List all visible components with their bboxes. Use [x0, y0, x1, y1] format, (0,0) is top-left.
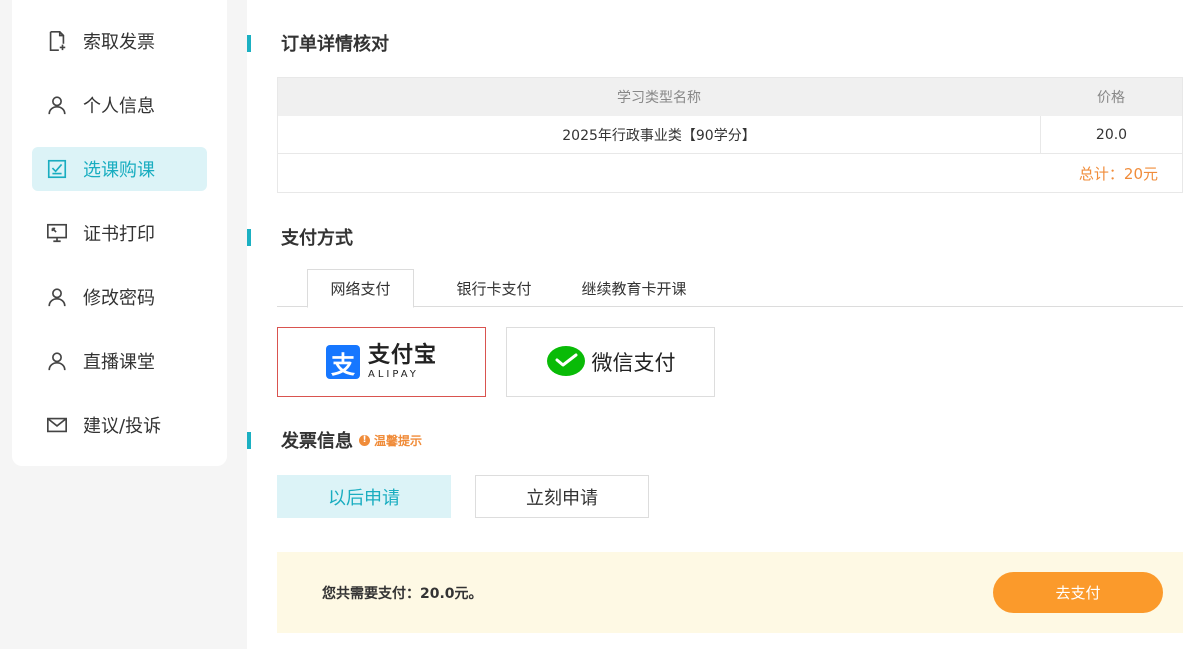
sidebar-item-label: 建议/投诉 [83, 416, 162, 437]
table-row: 2025年行政事业类【90学分】 20.0 [278, 116, 1182, 154]
main-content: 订单详情核对 学习类型名称 价格 2025年行政事业类【90学分】 20.0 总… [247, 0, 1193, 649]
payment-tabs: 网络支付 银行卡支付 继续教育卡开课 [277, 269, 1183, 308]
monitor-icon [45, 221, 69, 245]
order-section-title: 订单详情核对 [247, 30, 389, 56]
sidebar-item-course-purchase[interactable]: 选课购课 [32, 147, 207, 191]
column-header-price: 价格 [1097, 90, 1125, 106]
mail-icon [45, 413, 69, 437]
sidebar-item-label: 修改密码 [83, 288, 155, 309]
sidebar-item-label: 索取发票 [83, 32, 155, 53]
tab-online-payment[interactable]: 网络支付 [307, 269, 414, 308]
order-table: 学习类型名称 价格 2025年行政事业类【90学分】 20.0 总计：20元 [277, 77, 1183, 193]
apply-later-button[interactable]: 以后申请 [277, 475, 451, 518]
payment-amount-text: 您共需要支付：20.0元。 [322, 585, 483, 602]
column-header-name: 学习类型名称 [617, 90, 701, 106]
sidebar-item-label: 直播课堂 [83, 352, 155, 373]
order-total: 总计：20元 [1078, 164, 1158, 183]
sidebar-item-personal-info[interactable]: 个人信息 [32, 83, 207, 127]
apply-now-button[interactable]: 立刻申请 [475, 475, 649, 518]
sidebar-item-feedback[interactable]: 建议/投诉 [32, 403, 207, 447]
alipay-cn-text: 支付宝 [367, 342, 437, 368]
user-icon [45, 285, 69, 309]
user-icon [45, 93, 69, 117]
alipay-en-text: ALIPAY [367, 368, 419, 380]
order-title: 订单详情核对 [281, 34, 389, 55]
wechat-pay-label: 微信支付 [591, 351, 676, 375]
payment-title: 支付方式 [281, 228, 353, 249]
wechat-pay-option[interactable]: 微信支付 [506, 327, 715, 397]
info-icon: ! [359, 434, 370, 446]
sidebar-item-change-password[interactable]: 修改密码 [32, 275, 207, 319]
course-name-cell: 2025年行政事业类【90学分】 [562, 127, 756, 144]
table-header: 学习类型名称 价格 [278, 78, 1182, 116]
invoice-icon [45, 29, 69, 53]
wechat-logo-icon [546, 346, 585, 376]
sidebar-item-label: 证书打印 [83, 224, 155, 245]
title-accent-bar [247, 431, 251, 449]
invoice-tip-text: 温馨提示 [374, 433, 423, 448]
payment-section-title: 支付方式 [247, 224, 353, 250]
alipay-label: 支付宝 ALIPAY [367, 342, 437, 380]
title-accent-bar [247, 34, 251, 52]
tab-bank-card-payment[interactable]: 银行卡支付 [414, 269, 574, 307]
sidebar-item-label: 个人信息 [83, 96, 155, 117]
title-accent-bar [247, 228, 251, 246]
invoice-title: 发票信息 [281, 431, 353, 452]
payment-summary-bar: 您共需要支付：20.0元。 去支付 [277, 552, 1183, 633]
invoice-tip[interactable]: ! 温馨提示 [359, 432, 422, 449]
tab-education-card[interactable]: 继续教育卡开课 [574, 269, 694, 307]
sidebar-item-live-class[interactable]: 直播课堂 [32, 339, 207, 383]
sidebar: 索取发票 个人信息 选课购课 证书打印 修改密码 直播课堂 建议/投诉 [12, 0, 227, 466]
alipay-logo-icon: 支 [325, 345, 360, 379]
checkbox-icon [45, 157, 69, 181]
alipay-option[interactable]: 支 支付宝 ALIPAY [277, 327, 486, 397]
sidebar-item-certificate-print[interactable]: 证书打印 [32, 211, 207, 255]
price-cell: 20.0 [1040, 116, 1182, 153]
invoice-section-title: 发票信息 ! 温馨提示 [247, 427, 422, 453]
go-pay-button[interactable]: 去支付 [993, 572, 1163, 613]
sidebar-item-label: 选课购课 [83, 160, 155, 181]
user-icon [45, 349, 69, 373]
sidebar-item-invoice-request[interactable]: 索取发票 [32, 19, 207, 63]
